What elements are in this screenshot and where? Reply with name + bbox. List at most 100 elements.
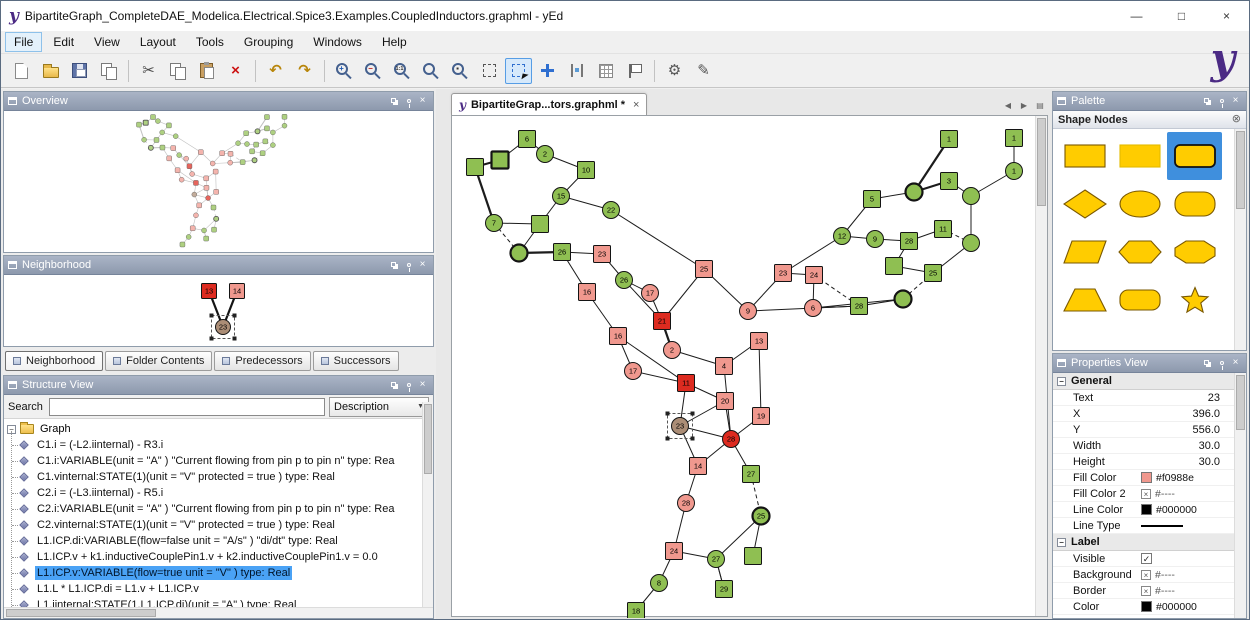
property-value[interactable]: 23 (1141, 392, 1246, 404)
maximize-button[interactable]: □ (1159, 1, 1204, 31)
structure-search-input[interactable] (49, 398, 325, 416)
graph-node[interactable] (244, 131, 249, 136)
graph-node[interactable] (206, 196, 211, 201)
structure-item[interactable]: C1.i:VARIABLE(unit = "A" ) "Current flow… (4, 453, 433, 469)
graph-node[interactable] (252, 158, 257, 163)
zoom-1-1-button[interactable]: 1:1 (389, 58, 416, 84)
graph-node[interactable] (467, 159, 484, 176)
graph-node[interactable] (190, 226, 195, 231)
structure-item[interactable]: L1.ICP.v:VARIABLE(flow=true unit = "V" )… (4, 565, 433, 581)
graph-node[interactable] (244, 142, 249, 147)
close-panel-button[interactable]: × (1229, 357, 1242, 370)
pin-panel-button[interactable] (1215, 357, 1228, 370)
copy-button[interactable] (164, 58, 191, 84)
float-panel-button[interactable] (1201, 357, 1214, 370)
pin-panel-button[interactable] (402, 95, 415, 108)
section-menu-icon[interactable]: ⊗ (1232, 114, 1241, 125)
graph-node[interactable] (187, 164, 192, 169)
graph-canvas[interactable]: 6210157222623261617252116217114132023281… (452, 116, 1036, 618)
graph-node[interactable] (204, 185, 209, 190)
structure-item[interactable]: C2.i = (-L3.iinternal) - R5.i (4, 485, 433, 501)
palette-shape-ellipse[interactable] (1112, 180, 1167, 228)
collapse-icon[interactable]: − (1057, 377, 1066, 386)
graph-node[interactable] (270, 130, 275, 135)
graph-node[interactable] (260, 151, 265, 156)
graph-node[interactable] (186, 234, 191, 239)
graph-node[interactable] (264, 126, 269, 131)
canvas-vscroll-thumb[interactable] (1037, 118, 1046, 206)
close-panel-button[interactable]: × (1229, 95, 1242, 108)
graph-node[interactable] (250, 149, 255, 154)
orthogonal-edges-button[interactable] (621, 58, 648, 84)
palette-shape-round-rectangle-2[interactable] (1112, 276, 1167, 324)
structure-item[interactable]: L1.iinternal:STATE(1,L1.ICP.di)(unit = "… (4, 597, 433, 607)
graph-node[interactable] (254, 142, 259, 147)
float-panel-button[interactable] (388, 95, 401, 108)
graph-node[interactable] (204, 236, 209, 241)
graph-node[interactable] (190, 172, 195, 177)
structure-vscroll-thumb[interactable] (424, 404, 432, 474)
pin-panel-button[interactable] (402, 379, 415, 392)
tab-successors[interactable]: Successors (313, 351, 399, 371)
graph-node[interactable] (906, 184, 923, 201)
property-value[interactable]: 30.0 (1141, 456, 1246, 468)
menu-windows[interactable]: Windows (304, 32, 371, 52)
grid-toggle-button[interactable] (592, 58, 619, 84)
structure-item[interactable]: C1.i = (-L2.iinternal) - R3.i (4, 437, 433, 453)
graph-node[interactable] (151, 115, 156, 120)
float-panel-button[interactable] (388, 379, 401, 392)
no-color-checkbox[interactable]: × (1141, 586, 1151, 596)
graph-node[interactable] (886, 258, 903, 275)
property-row[interactable]: X396.0 (1053, 406, 1246, 422)
graph-node[interactable] (173, 134, 178, 139)
graph-node[interactable] (166, 123, 171, 128)
cut-button[interactable]: ✂ (135, 58, 162, 84)
paste-button[interactable] (193, 58, 220, 84)
graph-node[interactable] (228, 151, 233, 156)
neighborhood-view[interactable]: 131423 (4, 275, 431, 345)
palette-section-header[interactable]: Shape Nodes ⊗ (1053, 111, 1246, 129)
graph-node[interactable] (155, 119, 160, 124)
close-panel-button[interactable]: × (416, 259, 429, 272)
undo-button[interactable]: ↶ (262, 58, 289, 84)
structure-item[interactable]: L1.ICP.v + k1.inductiveCouplePin1.v + k2… (4, 549, 433, 565)
graph-node[interactable] (282, 114, 287, 119)
structure-hscroll-thumb[interactable] (6, 609, 156, 617)
graph-node[interactable] (236, 141, 241, 146)
palette-shape-diamond[interactable] (1057, 180, 1112, 228)
property-value[interactable]: #000000 (1141, 504, 1246, 516)
graph-node[interactable] (963, 235, 980, 252)
minimize-button[interactable]: — (1114, 1, 1159, 31)
graph-node[interactable] (532, 216, 549, 233)
graph-node[interactable] (142, 137, 147, 142)
graph-node[interactable] (210, 161, 215, 166)
graph-node[interactable] (198, 150, 203, 155)
float-panel-button[interactable] (388, 259, 401, 272)
save-button[interactable] (66, 58, 93, 84)
visible-checkbox[interactable]: ✓ (1141, 553, 1152, 564)
palette-shape-hexagon[interactable] (1112, 228, 1167, 276)
zoom-area-button[interactable] (476, 58, 503, 84)
tab-list-button[interactable]: ▤ (1032, 97, 1048, 113)
menu-layout[interactable]: Layout (131, 32, 185, 52)
no-color-checkbox[interactable]: × (1141, 570, 1151, 580)
menu-grouping[interactable]: Grouping (235, 32, 302, 52)
property-value[interactable]: #000000 (1141, 601, 1246, 613)
overview-minimap[interactable] (4, 111, 431, 250)
graph-node[interactable] (175, 168, 180, 173)
snap-lines-button[interactable] (563, 58, 590, 84)
prev-tab-button[interactable]: ◀ (1000, 97, 1016, 113)
preferences-button[interactable]: ✎ (690, 58, 717, 84)
palette-shape-octagon[interactable] (1167, 228, 1222, 276)
float-panel-button[interactable] (1201, 95, 1214, 108)
property-row[interactable]: Background×#---- (1053, 567, 1246, 583)
property-row[interactable]: Width30.0 (1053, 438, 1246, 454)
palette-shape-star[interactable] (1167, 276, 1222, 324)
graph-node[interactable] (148, 145, 153, 150)
property-row[interactable]: Fill Color 2×#---- (1053, 486, 1246, 502)
property-row[interactable]: Height30.0 (1053, 454, 1246, 470)
property-row[interactable]: Visible✓ (1053, 551, 1246, 567)
palette-vscroll-thumb[interactable] (1236, 131, 1245, 209)
property-value[interactable]: 556.0 (1141, 424, 1246, 436)
property-value[interactable]: 396.0 (1141, 408, 1246, 420)
